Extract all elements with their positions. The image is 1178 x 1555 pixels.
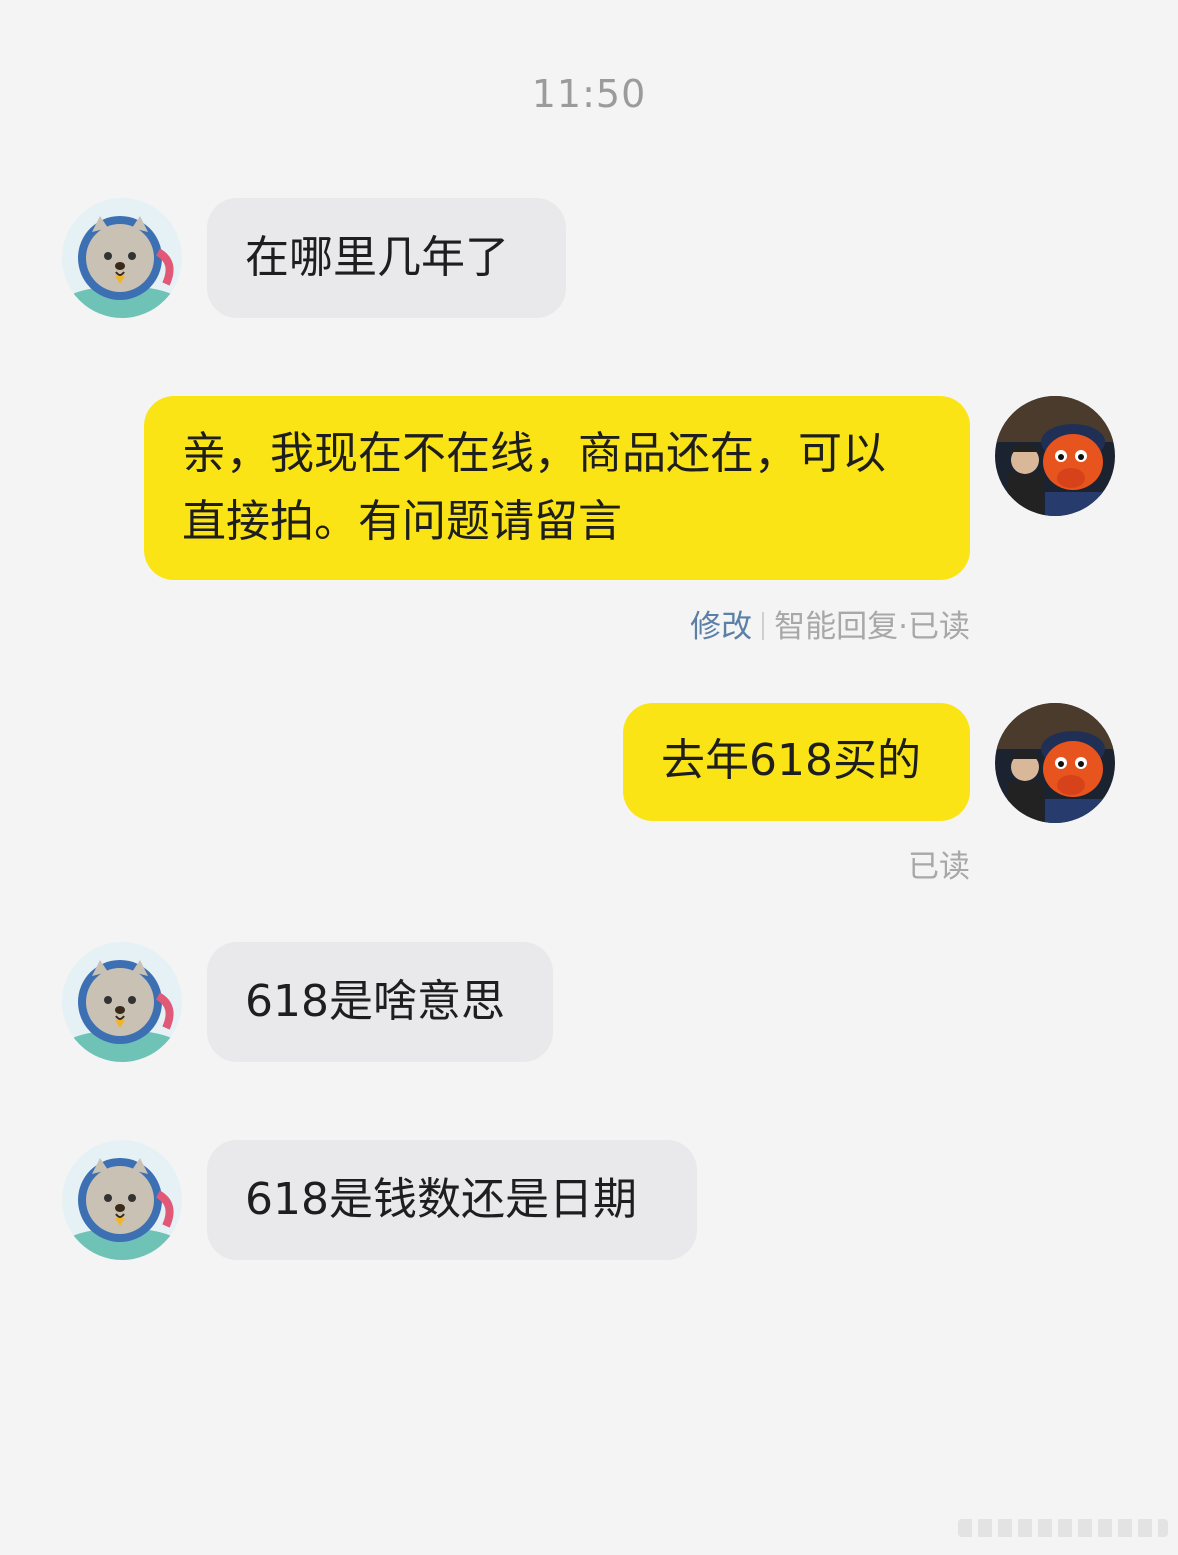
watermark (958, 1519, 1168, 1537)
message-bubble[interactable]: 亲，我现在不在线，商品还在，可以直接拍。有问题请留言 (144, 396, 970, 580)
edit-link[interactable]: 修改 (690, 609, 752, 645)
message-bubble[interactable]: 在哪里几年了 (207, 198, 566, 318)
mascot-photo-avatar[interactable] (995, 703, 1115, 823)
cat-astronaut-icon (62, 1140, 182, 1260)
mascot-photo-icon (995, 396, 1115, 516)
cat-astronaut-avatar[interactable] (62, 198, 182, 318)
message-bubble[interactable]: 618是啥意思 (207, 942, 553, 1062)
read-status: 智能回复·已读 (774, 609, 970, 645)
message-bubble[interactable]: 618是钱数还是日期 (207, 1140, 697, 1260)
read-status: 已读 (908, 849, 970, 885)
message-meta: 修改 智能回复·已读 (690, 601, 970, 646)
timestamp: 11:50 (531, 72, 647, 116)
message-bubble[interactable]: 去年618买的 (623, 703, 970, 821)
cat-astronaut-icon (62, 942, 182, 1062)
mascot-photo-avatar[interactable] (995, 396, 1115, 516)
cat-astronaut-avatar[interactable] (62, 1140, 182, 1260)
cat-astronaut-icon (62, 198, 182, 318)
mascot-photo-icon (995, 703, 1115, 823)
divider (762, 612, 765, 640)
cat-astronaut-avatar[interactable] (62, 942, 182, 1062)
